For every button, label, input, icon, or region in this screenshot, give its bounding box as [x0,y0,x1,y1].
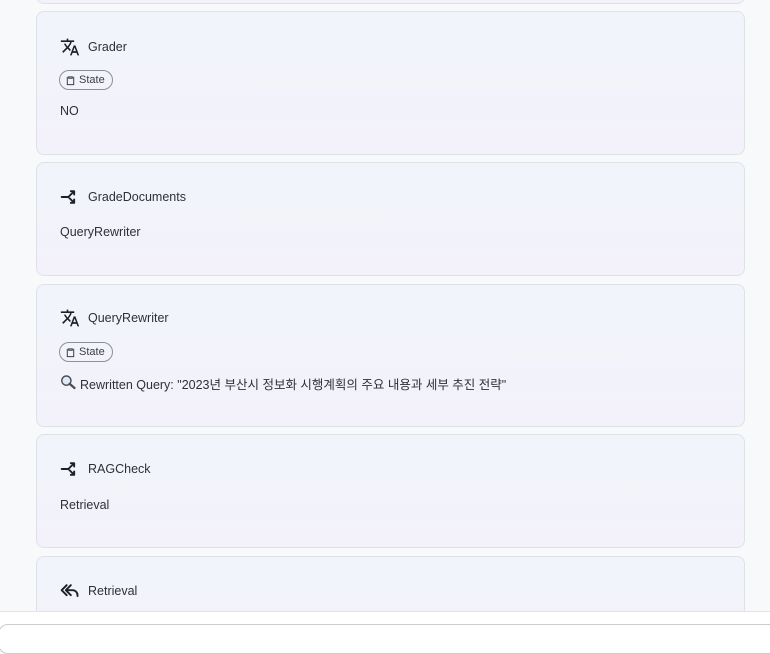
card-header: GradeDocuments [60,187,186,207]
state-button[interactable]: State [59,342,113,362]
translate-icon [60,37,80,57]
card-header: QueryRewriter [60,308,169,328]
card-title: Retrieval [88,584,138,598]
queryrewriter-card: QueryRewriter State Rewritten Query: "20… [36,284,745,427]
card-header: Retrieval [60,581,137,601]
rewritten-query-text: Rewritten Query: "2023년 부산시 정보화 시행계획의 주요… [80,378,507,392]
route-split-icon [60,459,80,479]
state-label: State [79,346,105,358]
card-body-text: QueryRewriter [60,225,141,239]
card-title: Grader [88,40,127,54]
translate-icon [60,308,80,328]
card-title: GradeDocuments [88,190,186,204]
gradedocuments-card: GradeDocuments QueryRewriter [36,162,745,276]
clipboard-icon [66,347,75,357]
ragcheck-card: RAGCheck Retrieval [36,434,745,548]
card-body-text: Retrieval [60,498,110,512]
card-body: Rewritten Query: "2023년 부산시 정보화 시행계획의 주요… [60,374,506,393]
message-scroll-area[interactable]: Grader State NO GradeDocuments QueryRewr… [0,0,770,611]
state-label: State [79,74,105,86]
chat-input[interactable] [0,624,770,654]
route-split-icon [60,187,80,207]
clipboard-icon [66,75,75,85]
card-title: QueryRewriter [88,311,169,325]
card-title: RAGCheck [88,462,151,476]
previous-card [36,0,745,4]
grader-card: Grader State NO [36,11,745,155]
card-body-text: NO [60,104,79,118]
retrieval-card: Retrieval [36,556,745,611]
magnifier-icon [60,374,77,393]
reply-all-icon [60,581,80,601]
state-button[interactable]: State [59,70,113,90]
card-header: RAGCheck [60,459,151,479]
card-header: Grader [60,37,127,57]
chat-input-bar [0,611,770,654]
